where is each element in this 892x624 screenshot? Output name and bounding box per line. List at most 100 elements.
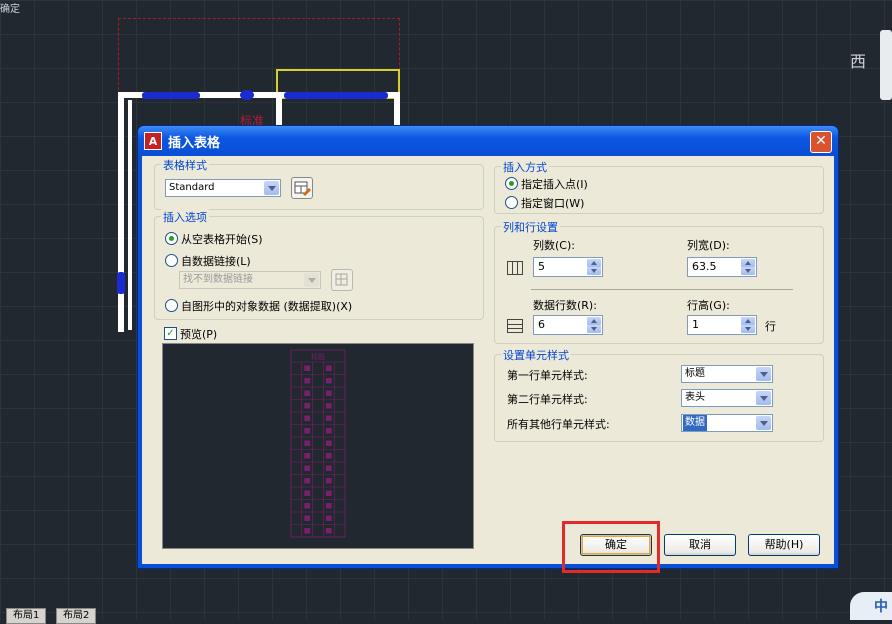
radio-start-empty[interactable] [165,232,178,245]
other-rows-style-label: 所有其他行单元样式: [507,418,610,431]
insert-method-group: 插入方式 指定插入点(I) 指定窗口(W) [494,159,824,214]
rows-icon [507,319,523,333]
preview-checkbox[interactable]: ✓ [164,327,177,340]
option-insertion-point-label: 指定插入点(I) [521,178,588,191]
row-unit-label: 行 [765,320,776,333]
viewcube-west-label: 西 [850,52,867,71]
layout-tab-2[interactable]: 布局2 [56,608,97,624]
dialog-titlebar[interactable]: A 插入表格 ✕ [138,126,838,156]
insert-options-group: 插入选项 从空表格开始(S) 自数据链接(L) 找不到数据链接 自图形中的对象数… [154,209,484,320]
columns-icon [507,261,523,275]
columns-value: 5 [538,260,545,273]
preview-cell-mark [304,453,311,459]
chevron-down-icon[interactable] [304,273,319,287]
preview-cell-mark [304,528,311,534]
first-row-style-label: 第一行单元样式: [507,369,588,382]
chevron-down-icon[interactable] [756,391,771,405]
preview-cell-mark [325,515,332,521]
preview-cell-mark [304,390,311,396]
column-width-input[interactable]: 63.5 [687,257,757,277]
first-row-style-value: 标题 [685,368,705,379]
column-row-settings-group: 列和行设置 列数(C): 列宽(D): 5 63.5 数据行数(R): 行高(G… [494,219,824,344]
autocad-logo-icon: A [144,132,162,150]
row-height-input[interactable]: 1 [687,315,757,335]
preview-cell-mark [304,465,311,471]
cad-top-text: 确定 [0,4,20,15]
spin-down-icon[interactable] [587,267,601,275]
data-rows-label: 数据行数(R): [533,299,597,312]
spin-up-icon[interactable] [587,317,601,325]
preview-cell-mark [304,378,311,384]
data-link-select[interactable]: 找不到数据链接 [179,271,321,289]
wall [128,100,132,330]
row-height-label: 行高(G): [687,299,730,312]
preview-cell-mark [325,428,332,434]
second-row-style-value: 表头 [685,392,705,403]
insert-method-group-label: 插入方式 [501,159,549,175]
data-rows-input[interactable]: 6 [533,315,603,335]
beam [117,272,125,294]
table-style-group-label: 表格样式 [161,157,209,173]
layout-tab-1[interactable]: 布局1 [6,608,47,624]
radio-object-data[interactable] [165,299,178,312]
spin-up-icon[interactable] [741,259,755,267]
edit-table-style-icon [294,181,311,196]
radio-insertion-point[interactable] [505,177,518,190]
other-rows-style-select[interactable]: 数据 [681,414,773,432]
spin-up-icon[interactable] [587,259,601,267]
dialog-title: 插入表格 [168,135,221,151]
ok-button-highlight [562,521,660,573]
preview-cell-mark [325,440,332,446]
table-style-dialog-button[interactable] [291,177,313,199]
chevron-down-icon[interactable] [264,181,279,195]
help-button[interactable]: 帮助(H) [748,534,820,556]
preview-cell-mark [325,390,332,396]
table-style-select[interactable]: Standard [165,179,281,197]
preview-label: 预览(P) [180,328,218,341]
radio-window[interactable] [505,196,518,209]
radio-data-link[interactable] [165,254,178,267]
ime-indicator[interactable]: 中 [850,592,892,620]
dialog-client: 表格样式 Standard 插入选项 从空表格开始(S) 自数据链接(L) 找不… [142,156,834,564]
preview-cell-mark [325,415,332,421]
spin-down-icon[interactable] [741,325,755,333]
preview-cell-mark [304,490,311,496]
column-width-value: 63.5 [692,260,717,273]
preview-cell-mark [304,428,311,434]
preview-cell-mark [325,365,332,371]
preview-cell-mark [304,403,311,409]
wall [118,92,124,332]
cancel-button[interactable]: 取消 [664,534,736,556]
data-link-manager-button[interactable] [331,269,353,291]
preview-cell-mark [304,415,311,421]
spin-down-icon[interactable] [587,325,601,333]
insert-table-dialog: A 插入表格 ✕ 表格样式 Standard 插入选项 从空表格开始(S) 自数… [138,126,838,568]
columns-input[interactable]: 5 [533,257,603,277]
table-style-value: Standard [169,182,215,193]
first-row-style-select[interactable]: 标题 [681,365,773,383]
preview-header-text: 标题 [311,352,325,361]
spin-up-icon[interactable] [741,317,755,325]
preview-cell-mark [304,478,311,484]
second-row-style-select[interactable]: 表头 [681,389,773,407]
preview-cell-mark [304,440,311,446]
table-style-group: 表格样式 Standard [154,157,484,210]
option-object-data-label: 自图形中的对象数据 (数据提取)(X) [181,300,353,313]
viewcube[interactable] [880,30,892,100]
chevron-down-icon[interactable] [756,367,771,381]
columns-label: 列数(C): [533,239,575,252]
second-row-style-label: 第二行单元样式: [507,393,588,406]
spin-down-icon[interactable] [741,267,755,275]
column-node [240,90,254,100]
chevron-down-icon[interactable] [756,416,771,430]
beam [284,92,388,99]
preview-cell-mark [304,365,311,371]
cell-styles-group: 设置单元样式 第一行单元样式: 标题 第二行单元样式: 表头 所有其他行单元样式… [494,347,824,442]
preview-cell-mark [325,528,332,534]
table-preview: 标题 [162,343,474,549]
column-width-label: 列宽(D): [687,239,730,252]
close-button[interactable]: ✕ [810,131,832,153]
data-link-value: 找不到数据链接 [183,274,253,285]
preview-cell-mark [325,378,332,384]
preview-cell-mark [304,515,311,521]
